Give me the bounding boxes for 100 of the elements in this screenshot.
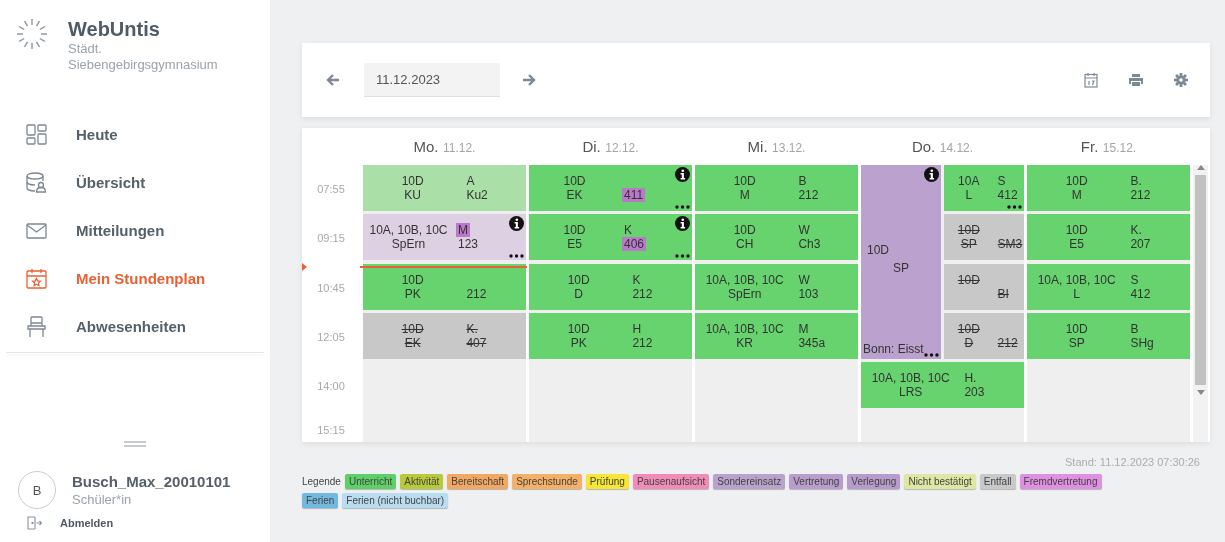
lesson-teacher: B: [1129, 321, 1140, 336]
lesson-room: 203: [963, 385, 986, 400]
print-icon[interactable]: [1128, 73, 1144, 87]
logo-icon: [14, 16, 50, 52]
nav-item[interactable]: Abwesenheiten: [0, 302, 270, 350]
legend-item: Entfall: [979, 474, 1016, 489]
previous-week-arrow-icon[interactable]: [326, 73, 340, 87]
lesson-card[interactable]: 10D K D 212: [529, 263, 692, 310]
lesson-card[interactable]: 10D K. EK 407: [363, 312, 526, 359]
nav-item[interactable]: Mitteilungen: [0, 206, 270, 254]
lesson-room: 406: [622, 237, 647, 252]
lesson-subject: M: [738, 188, 751, 202]
lesson-class: 10D: [400, 272, 425, 287]
legend-title: Legende: [302, 476, 341, 487]
period-time: 09:15: [317, 232, 345, 245]
scroll-up-arrow-icon[interactable]: [1196, 165, 1205, 170]
lesson-card[interactable]: 10D SP Bonn: Eisst: [861, 165, 941, 359]
dashboard-icon: [25, 122, 48, 146]
lesson-room: 103: [797, 286, 820, 301]
lesson-subject: SP: [959, 237, 978, 252]
lesson-card[interactable]: 10D PK 212: [363, 263, 526, 310]
scrollbar[interactable]: [1193, 165, 1208, 442]
more-icon[interactable]: [924, 352, 939, 357]
lesson-room: SM3: [996, 237, 1022, 252]
lesson-card[interactable]: 10D W CH Ch3: [695, 214, 858, 261]
lesson-class: 10D: [1064, 223, 1089, 238]
more-icon[interactable]: [675, 254, 690, 259]
lesson-room: 411: [622, 188, 646, 202]
lesson-room: 212: [631, 286, 654, 301]
lesson-subject: E5: [566, 237, 583, 252]
info-icon[interactable]: [675, 167, 690, 182]
info-icon[interactable]: [509, 216, 524, 232]
school-name: Städt. Siebengebirgsgymnasium: [68, 41, 219, 73]
more-icon[interactable]: [675, 205, 690, 209]
lesson-card[interactable]: 10D K. E5 207: [1027, 214, 1190, 261]
day-date: 13.12.: [772, 140, 806, 155]
lesson-subject: EK: [403, 335, 422, 350]
day-name: Do.: [911, 137, 936, 155]
chair-icon: [25, 314, 48, 338]
lesson-card[interactable]: 10A, 10B, 10C H. LRS 203: [861, 362, 1024, 409]
lesson-room: 412: [1129, 286, 1152, 301]
lesson-card[interactable]: 10A, 10B, 10C M KR 345a: [695, 312, 858, 359]
legend-item: Fremdvertretung: [1019, 474, 1102, 489]
nav-item[interactable]: Heute: [0, 110, 270, 158]
day-name: Mi.: [747, 137, 768, 155]
period-time: 10:45: [317, 281, 345, 294]
legend-item: Vertretung: [789, 474, 844, 489]
nav-item[interactable]: Übersicht: [0, 158, 270, 206]
lesson-class: 10A, 10B, 10C: [704, 272, 785, 287]
lesson-subject: SpErn: [727, 286, 763, 301]
lesson-teacher: M: [797, 321, 810, 336]
lesson-teacher: K: [623, 223, 633, 238]
scroll-down-arrow-icon[interactable]: [1196, 390, 1205, 395]
legend-item: Bereitschaft: [447, 474, 509, 489]
lesson-class: 10D: [956, 223, 981, 238]
day-name: Mo.: [413, 137, 439, 155]
legend-item: Nicht bestätigt: [904, 474, 976, 489]
lesson-class: 10D: [566, 272, 591, 287]
settings-icon[interactable]: [1174, 73, 1188, 87]
lesson-card[interactable]: 10A, 10B, 10C M SpErn 123: [363, 214, 526, 261]
lesson-class: 10D: [1064, 321, 1089, 336]
more-icon[interactable]: [509, 254, 524, 259]
lesson-card[interactable]: 10D B. M 212: [1027, 165, 1190, 211]
legend-item: Prüfung: [585, 474, 629, 489]
lesson-teacher: B: [797, 174, 808, 188]
lesson-card[interactable]: 10A, 10B, 10C W SpErn 103: [695, 263, 858, 310]
lesson-room: 123: [457, 237, 480, 252]
lesson-card[interactable]: 10A S L 412: [944, 165, 1024, 211]
lesson-card[interactable]: 10D B M 212: [695, 165, 858, 211]
lesson-card[interactable]: 10D D 212: [944, 312, 1024, 359]
lesson-card[interactable]: 10D BI: [944, 263, 1024, 310]
lesson-class: 10D: [400, 174, 425, 188]
period-time: 07:55: [317, 183, 345, 195]
lesson-card[interactable]: 10D EK 411: [529, 165, 692, 211]
period-time: 12:05: [317, 330, 345, 343]
day-date: 14.12.: [939, 140, 974, 155]
lesson-card[interactable]: 10D SP SM3: [944, 214, 1024, 261]
legend-item: Verlegung: [847, 474, 901, 489]
lesson-card[interactable]: 10D B SP SHg: [1027, 312, 1190, 359]
drag-handle-icon[interactable]: [124, 441, 146, 447]
lesson-card[interactable]: 10D K E5 406: [529, 214, 692, 261]
date-field[interactable]: 11.12.2023: [364, 63, 500, 97]
info-icon[interactable]: [924, 167, 939, 182]
calendar-icon[interactable]: [1084, 72, 1098, 88]
lesson-class: 10A, 10B, 10C: [1036, 272, 1117, 287]
info-icon[interactable]: [675, 216, 690, 232]
lesson-class: 10D: [400, 321, 425, 336]
more-icon[interactable]: [1007, 205, 1022, 209]
lesson-card[interactable]: 10D H PK 212: [529, 312, 692, 359]
period-time: 15:15: [317, 424, 345, 437]
next-week-arrow-icon[interactable]: [522, 73, 536, 87]
lesson-teacher: S: [1129, 272, 1140, 287]
lesson-card[interactable]: 10D A KU Ku2: [363, 165, 526, 211]
lesson-subject: SpErn: [390, 237, 427, 252]
logout-link[interactable]: Abmelden: [0, 515, 270, 531]
user-role: Schüler*in: [72, 492, 133, 507]
lesson-card[interactable]: 10A, 10B, 10C S L 412: [1027, 263, 1190, 310]
lesson-class: 10A, 10B, 10C: [368, 223, 449, 238]
lesson-room: 212: [465, 286, 488, 301]
lesson-room: BI: [996, 286, 1010, 301]
